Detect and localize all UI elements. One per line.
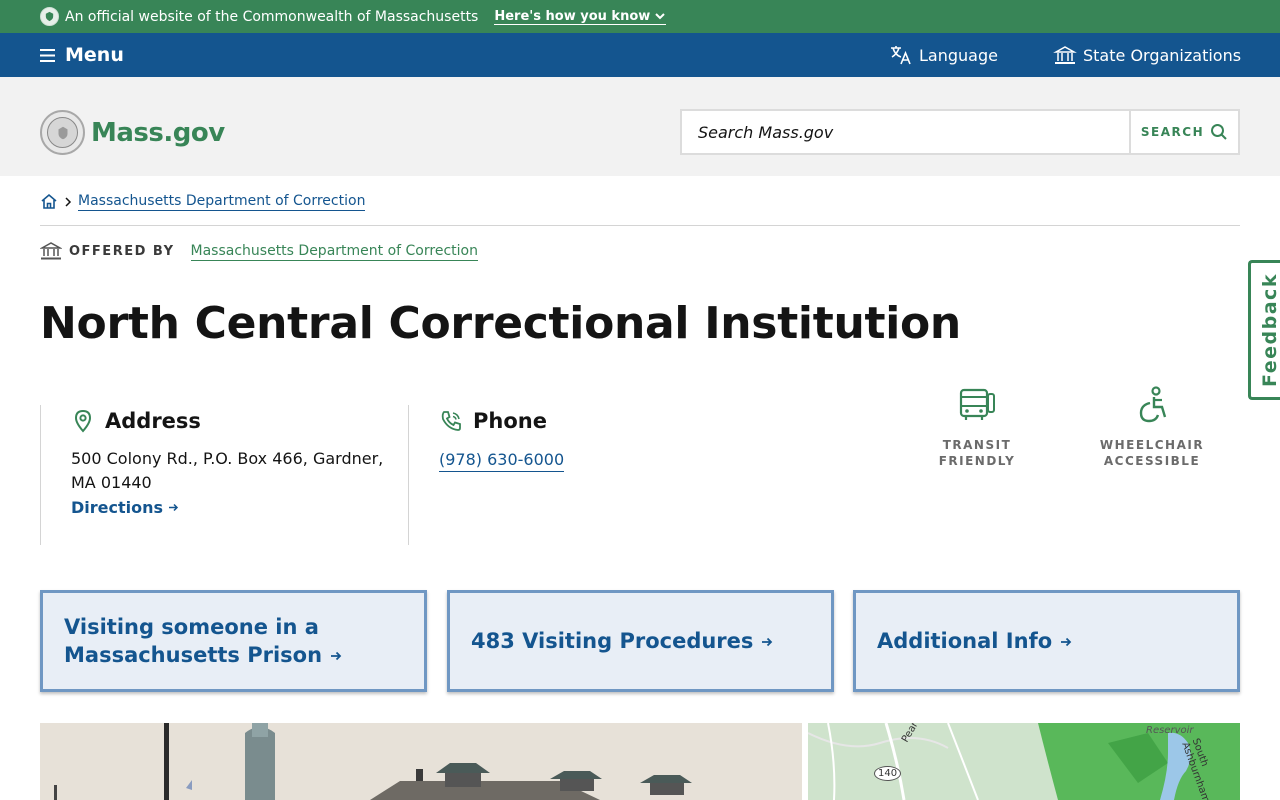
- phone-section: Phone (978) 630-6000: [408, 405, 738, 545]
- menu-button[interactable]: Menu: [40, 33, 124, 77]
- search-button-label: SEARCH: [1140, 125, 1205, 139]
- state-seal-icon: [40, 110, 85, 155]
- feedback-tab[interactable]: Feedback: [1248, 260, 1280, 400]
- search-button[interactable]: SEARCH: [1129, 111, 1238, 153]
- building-icon: [1053, 46, 1077, 64]
- route-marker: 140: [874, 766, 902, 781]
- site-header: Mass.gov SEARCH: [0, 77, 1280, 176]
- address-section: Address 500 Colony Rd., P.O. Box 466, Ga…: [40, 405, 408, 545]
- card-label: 483 Visiting Procedures: [471, 629, 754, 653]
- facility-photo: [40, 723, 802, 800]
- transit-friendly-feature: TRANSIT FRIENDLY: [917, 385, 1037, 469]
- mass-gov-logo[interactable]: Mass.gov: [40, 110, 225, 155]
- offered-by: OFFERED BY Massachusetts Department of C…: [40, 241, 478, 261]
- home-icon[interactable]: [40, 193, 58, 210]
- language-button[interactable]: Language: [889, 33, 998, 77]
- map-reservoir-label: Reservoir: [1146, 725, 1194, 736]
- location-map[interactable]: Pearl Street Reservoir South Ashburnham …: [808, 723, 1240, 800]
- breadcrumb: Massachusetts Department of Correction: [40, 192, 1240, 226]
- card-additional-info[interactable]: Additional Info: [853, 590, 1240, 692]
- state-organizations-button[interactable]: State Organizations: [1053, 33, 1241, 77]
- wheelchair-accessible-label: WHEELCHAIR ACCESSIBLE: [1099, 438, 1205, 468]
- official-banner: An official website of the Commonwealth …: [0, 0, 1280, 33]
- seal-icon: [40, 7, 59, 26]
- how-you-know-label: Here's how you know: [494, 8, 651, 24]
- offered-by-label: OFFERED BY: [69, 243, 175, 259]
- menu-label: Menu: [65, 44, 124, 66]
- arrow-right-icon: [169, 503, 179, 512]
- search-icon: [1211, 124, 1227, 140]
- wheelchair-icon: [1139, 386, 1167, 423]
- offered-by-link[interactable]: Massachusetts Department of Correction: [190, 242, 478, 261]
- card-visiting-prison[interactable]: Visiting someone in a Massachusetts Pris…: [40, 590, 427, 692]
- chevron-right-icon: [65, 197, 72, 207]
- state-organizations-label: State Organizations: [1083, 45, 1242, 65]
- directions-link[interactable]: Directions: [71, 498, 179, 517]
- phone-icon: [441, 411, 461, 431]
- language-label: Language: [919, 45, 998, 65]
- card-label: Additional Info: [877, 629, 1053, 653]
- how-you-know-toggle[interactable]: Here's how you know: [494, 8, 667, 25]
- arrow-right-icon: [1061, 637, 1072, 647]
- hamburger-icon: [40, 48, 55, 62]
- address-heading: Address: [105, 409, 201, 433]
- search-input[interactable]: [682, 111, 1129, 153]
- building-icon: [40, 242, 62, 260]
- official-text: An official website of the Commonwealth …: [65, 8, 479, 25]
- directions-label: Directions: [71, 498, 164, 517]
- arrow-right-icon: [331, 651, 342, 661]
- address-text: 500 Colony Rd., P.O. Box 466, Gardner, M…: [71, 449, 384, 492]
- wheelchair-accessible-feature: WHEELCHAIR ACCESSIBLE: [1092, 385, 1212, 469]
- feedback-label: Feedback: [1258, 273, 1280, 387]
- logo-text: Mass.gov: [91, 117, 225, 148]
- utility-nav: Menu Language State Organizations: [0, 33, 1280, 77]
- bus-icon: [959, 388, 995, 420]
- chevron-down-icon: [655, 13, 665, 20]
- breadcrumb-link-doc[interactable]: Massachusetts Department of Correction: [78, 192, 366, 211]
- card-label: Visiting someone in a Massachusetts Pris…: [64, 615, 323, 667]
- page-title: North Central Correctional Institution: [40, 298, 961, 349]
- translate-icon: [891, 46, 911, 65]
- phone-heading: Phone: [473, 409, 547, 433]
- card-visiting-procedures[interactable]: 483 Visiting Procedures: [447, 590, 834, 692]
- arrow-right-icon: [762, 637, 773, 647]
- transit-friendly-label: TRANSIT FRIENDLY: [938, 438, 1016, 468]
- search-form: SEARCH: [680, 109, 1240, 155]
- phone-number-link[interactable]: (978) 630-6000: [439, 449, 565, 472]
- map-pin-icon: [74, 409, 92, 433]
